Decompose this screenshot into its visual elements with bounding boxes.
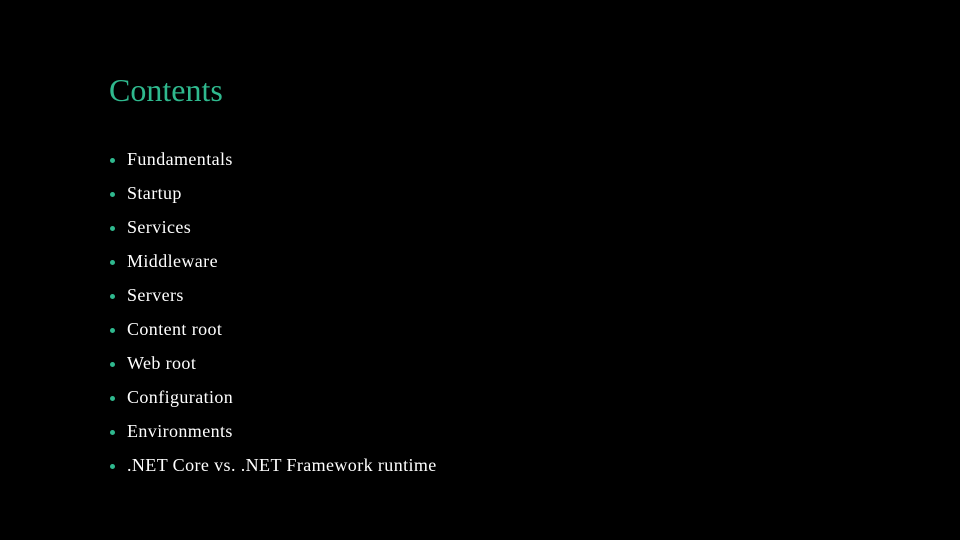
list-item-label: Configuration bbox=[127, 386, 234, 407]
bullet-icon bbox=[110, 225, 115, 231]
bullet-icon bbox=[110, 429, 115, 435]
bullet-icon bbox=[110, 463, 115, 469]
list-item-label: Content root bbox=[127, 318, 223, 339]
list-item: Startup bbox=[110, 176, 437, 210]
list-item: Environments bbox=[110, 414, 437, 448]
list-item: Middleware bbox=[110, 244, 437, 278]
list-item-label: Middleware bbox=[127, 250, 218, 271]
list-item-label: Startup bbox=[127, 182, 182, 203]
list-item: Content root bbox=[110, 312, 437, 346]
list-item-label: Fundamentals bbox=[127, 148, 233, 169]
list-item-label: .NET Core vs. .NET Framework runtime bbox=[127, 454, 437, 475]
bullet-icon bbox=[110, 259, 115, 265]
list-item: Servers bbox=[110, 278, 437, 312]
contents-list: Fundamentals Startup Services Middleware… bbox=[110, 142, 437, 482]
bullet-icon bbox=[110, 395, 115, 401]
list-item-label: Environments bbox=[127, 420, 233, 441]
list-item: Web root bbox=[110, 346, 437, 380]
slide-title: Contents bbox=[109, 72, 223, 108]
bullet-icon bbox=[110, 191, 115, 197]
bullet-icon bbox=[110, 157, 115, 163]
list-item: .NET Core vs. .NET Framework runtime bbox=[110, 448, 437, 482]
list-item-label: Services bbox=[127, 216, 192, 237]
list-item-label: Web root bbox=[127, 352, 197, 373]
list-item: Configuration bbox=[110, 380, 437, 414]
list-item-label: Servers bbox=[127, 284, 184, 305]
list-item: Services bbox=[110, 210, 437, 244]
bullet-icon bbox=[110, 293, 115, 299]
bullet-icon bbox=[110, 327, 115, 333]
bullet-icon bbox=[110, 361, 115, 367]
list-item: Fundamentals bbox=[110, 142, 437, 176]
